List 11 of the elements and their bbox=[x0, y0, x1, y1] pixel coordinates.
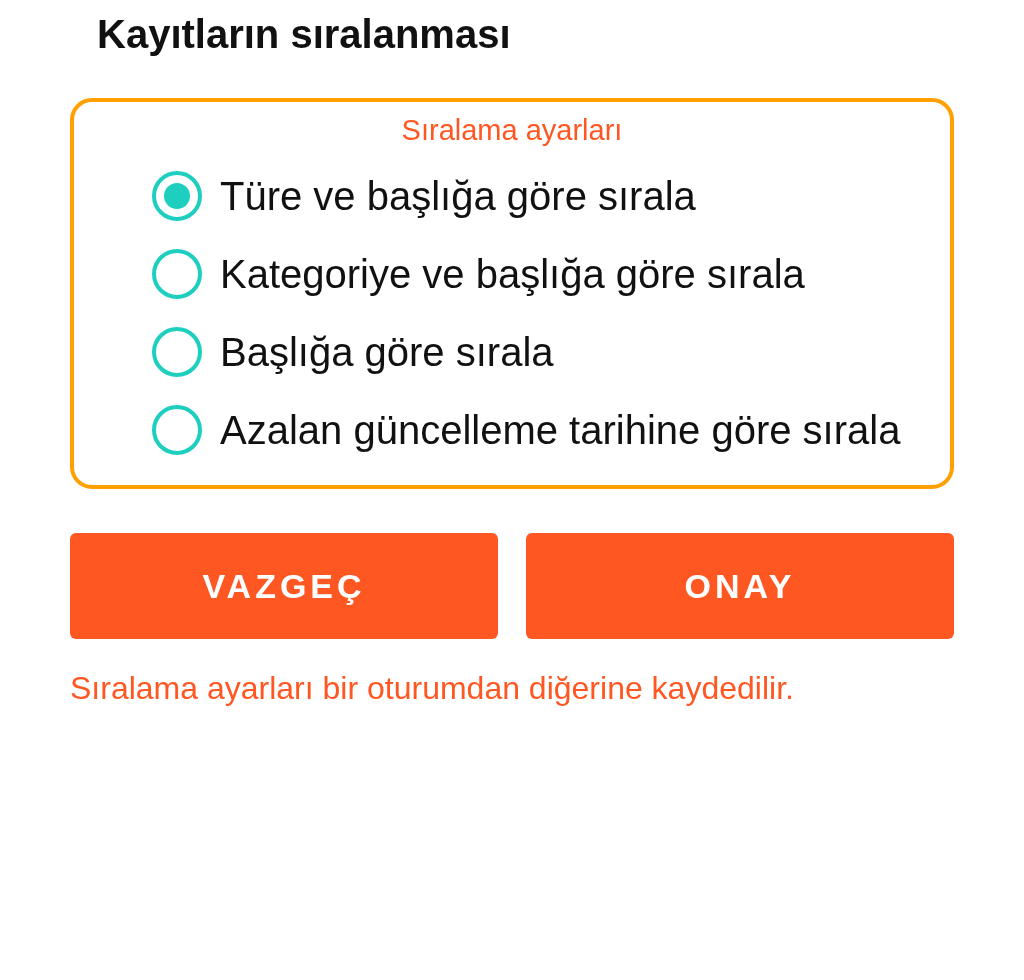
radio-option[interactable]: Azalan güncelleme tarihine göre sırala bbox=[152, 399, 910, 461]
radio-option[interactable]: Kategoriye ve başlığa göre sırala bbox=[152, 243, 910, 305]
dialog-title: Kayıtların sıralanması bbox=[97, 12, 512, 58]
radio-option[interactable]: Türe ve başlığa göre sırala bbox=[152, 165, 910, 227]
radio-button[interactable] bbox=[152, 327, 202, 377]
panel-legend: Sıralama ayarları bbox=[74, 114, 950, 147]
info-note: Sıralama ayarları bir oturumdan diğerine kaydedilir. bbox=[70, 669, 795, 708]
radio-button[interactable] bbox=[152, 171, 202, 221]
radio-option[interactable]: Başlığa göre sırala bbox=[152, 321, 910, 383]
radio-button[interactable] bbox=[152, 249, 202, 299]
radio-button[interactable] bbox=[152, 405, 202, 455]
